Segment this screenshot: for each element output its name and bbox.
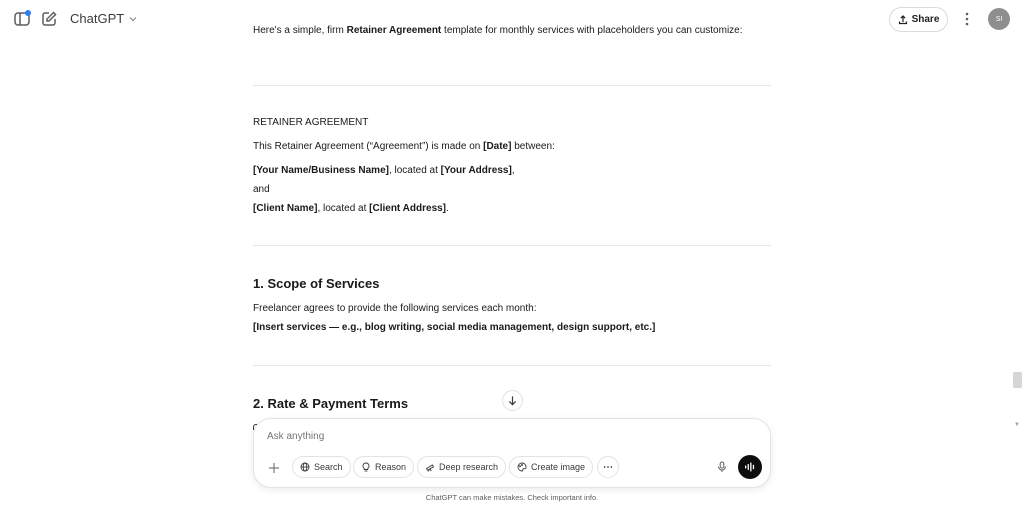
agreement-title: RETAINER AGREEMENT xyxy=(253,117,369,128)
deep-research-button[interactable]: Deep research xyxy=(417,456,507,478)
ellipsis-icon xyxy=(603,466,613,468)
divider xyxy=(253,365,771,366)
add-attachment-icon[interactable] xyxy=(268,461,280,473)
model-label: ChatGPT xyxy=(70,11,125,26)
party-two: [Client Name], located at [Client Addres… xyxy=(253,202,449,216)
party-one: [Your Name/Business Name], located at [Y… xyxy=(253,164,515,178)
made-suffix: between: xyxy=(511,141,555,152)
share-label: Share xyxy=(911,14,940,25)
composer: Search Reason Deep research Create image xyxy=(253,418,771,488)
palette-icon xyxy=(517,462,527,472)
chevron-down-icon xyxy=(129,16,137,21)
intro-bold: Retainer Agreement xyxy=(346,25,442,36)
divider xyxy=(253,85,771,86)
party1-end: , xyxy=(511,165,515,176)
waveform-icon xyxy=(745,462,755,472)
arrow-down-icon xyxy=(508,396,517,406)
party1-name: [Your Name/Business Name] xyxy=(253,165,389,176)
avatar-initials: SI xyxy=(995,15,1003,23)
create-image-button[interactable]: Create image xyxy=(509,456,594,478)
globe-icon xyxy=(300,462,310,472)
more-options-icon[interactable] xyxy=(959,11,975,27)
party2-end: . xyxy=(446,203,449,214)
intro-paragraph: Here's a simple, firm Retainer Agreement… xyxy=(253,21,773,40)
made-date: [Date] xyxy=(483,141,512,152)
made-prefix: This Retainer Agreement (“Agreement”) is… xyxy=(253,141,484,152)
section1-heading: 1. Scope of Services xyxy=(253,276,380,291)
divider xyxy=(253,245,771,246)
avatar[interactable]: SI xyxy=(988,8,1010,30)
create-image-label: Create image xyxy=(531,462,586,472)
scroll-to-bottom-button[interactable] xyxy=(502,390,523,411)
notification-dot xyxy=(25,10,31,16)
new-chat-icon[interactable] xyxy=(40,10,58,28)
section1-text: Freelancer agrees to provide the followi… xyxy=(253,303,537,314)
intro-prefix: Here's a simple, firm xyxy=(253,25,347,36)
page-scrollbar[interactable] xyxy=(1013,372,1022,388)
section1-placeholder-text: [Insert services — e.g., blog writing, s… xyxy=(253,322,656,333)
section2-heading: 2. Rate & Payment Terms xyxy=(253,396,409,411)
prompt-input[interactable] xyxy=(267,431,687,442)
reason-label: Reason xyxy=(375,462,407,472)
and-text: and xyxy=(253,184,270,195)
section1-placeholder: [Insert services — e.g., blog writing, s… xyxy=(253,321,655,335)
share-icon xyxy=(898,14,907,24)
search-label: Search xyxy=(314,462,343,472)
intro-suffix: template for monthly services with place… xyxy=(441,25,743,36)
more-tools-button[interactable] xyxy=(597,456,619,478)
disclaimer: ChatGPT can make mistakes. Check importa… xyxy=(425,493,599,502)
telescope-icon xyxy=(425,464,435,472)
model-selector[interactable]: ChatGPT xyxy=(70,11,138,26)
agreement-intro: This Retainer Agreement (“Agreement”) is… xyxy=(253,140,555,154)
party2-name: [Client Name] xyxy=(253,203,318,214)
search-button[interactable]: Search xyxy=(292,456,351,478)
party2-address: [Client Address] xyxy=(369,203,447,214)
voice-mode-button[interactable] xyxy=(738,455,762,479)
party2-mid: , located at xyxy=(317,203,370,214)
scrollbar-down-arrow-icon[interactable]: ▼ xyxy=(1014,422,1020,428)
reason-button[interactable]: Reason xyxy=(353,456,415,478)
deep-research-label: Deep research xyxy=(439,462,499,472)
party1-address: [Your Address] xyxy=(440,165,512,176)
party1-mid: , located at xyxy=(388,165,441,176)
microphone-icon[interactable] xyxy=(713,458,731,476)
share-button[interactable]: Share xyxy=(889,7,948,32)
lightbulb-icon xyxy=(362,462,370,472)
